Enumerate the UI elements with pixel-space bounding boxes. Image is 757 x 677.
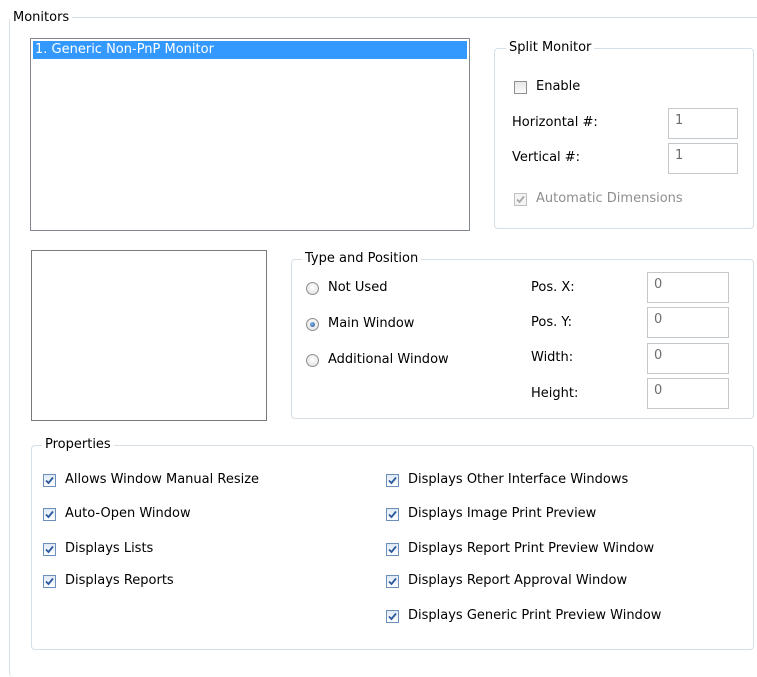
displays-reports-checkbox[interactable] <box>43 575 56 588</box>
horizontal-count-label: Horizontal #: <box>512 115 598 130</box>
monitor-list-item[interactable]: 1. Generic Non-PnP Monitor <box>33 41 467 59</box>
main-window-radio[interactable] <box>306 318 319 331</box>
horizontal-count-field[interactable]: 1 <box>668 108 738 139</box>
auto-open-window-checkbox[interactable] <box>43 508 56 521</box>
main-window-label: Main Window <box>328 316 415 331</box>
vertical-count-field[interactable]: 1 <box>668 143 738 174</box>
additional-window-radio[interactable] <box>306 354 319 367</box>
allows-manual-resize-checkbox[interactable] <box>43 474 56 487</box>
additional-window-label: Additional Window <box>328 352 449 367</box>
monitors-group-label: Monitors <box>10 10 73 26</box>
displays-image-print-preview-checkbox[interactable] <box>386 508 399 521</box>
displays-image-print-preview-label: Displays Image Print Preview <box>408 506 597 521</box>
allows-manual-resize-label: Allows Window Manual Resize <box>65 472 260 487</box>
height-field[interactable]: 0 <box>647 378 729 409</box>
split-monitor-label: Split Monitor <box>506 40 595 56</box>
pos-y-field[interactable]: 0 <box>647 307 729 338</box>
displays-report-approval-label: Displays Report Approval Window <box>408 573 628 588</box>
automatic-dimensions-checkbox[interactable] <box>514 193 527 206</box>
displays-reports-label: Displays Reports <box>65 573 174 588</box>
not-used-radio[interactable] <box>306 282 319 295</box>
displays-other-interface-windows-label: Displays Other Interface Windows <box>408 472 629 487</box>
monitor-preview-box <box>31 250 267 421</box>
automatic-dimensions-label: Automatic Dimensions <box>536 191 683 206</box>
vertical-count-label: Vertical #: <box>512 150 581 165</box>
height-label: Height: <box>531 386 579 401</box>
pos-y-label: Pos. Y: <box>531 315 572 330</box>
displays-generic-print-preview-checkbox[interactable] <box>386 610 399 623</box>
properties-label: Properties <box>42 437 114 453</box>
enable-split-checkbox[interactable] <box>514 81 527 94</box>
monitor-list[interactable]: 1. Generic Non-PnP Monitor <box>30 38 470 231</box>
displays-report-print-preview-checkbox[interactable] <box>386 543 399 556</box>
not-used-label: Not Used <box>328 280 388 295</box>
auto-open-window-label: Auto-Open Window <box>65 506 191 521</box>
width-field[interactable]: 0 <box>647 343 729 374</box>
pos-x-field[interactable]: 0 <box>647 272 729 303</box>
displays-generic-print-preview-label: Displays Generic Print Preview Window <box>408 608 662 623</box>
enable-split-label: Enable <box>536 79 581 94</box>
displays-report-print-preview-label: Displays Report Print Preview Window <box>408 541 655 556</box>
displays-report-approval-checkbox[interactable] <box>386 575 399 588</box>
pos-x-label: Pos. X: <box>531 280 575 295</box>
type-position-label: Type and Position <box>302 251 422 267</box>
displays-lists-checkbox[interactable] <box>43 543 56 556</box>
displays-lists-label: Displays Lists <box>65 541 154 556</box>
width-label: Width: <box>531 350 574 365</box>
displays-other-interface-windows-checkbox[interactable] <box>386 474 399 487</box>
